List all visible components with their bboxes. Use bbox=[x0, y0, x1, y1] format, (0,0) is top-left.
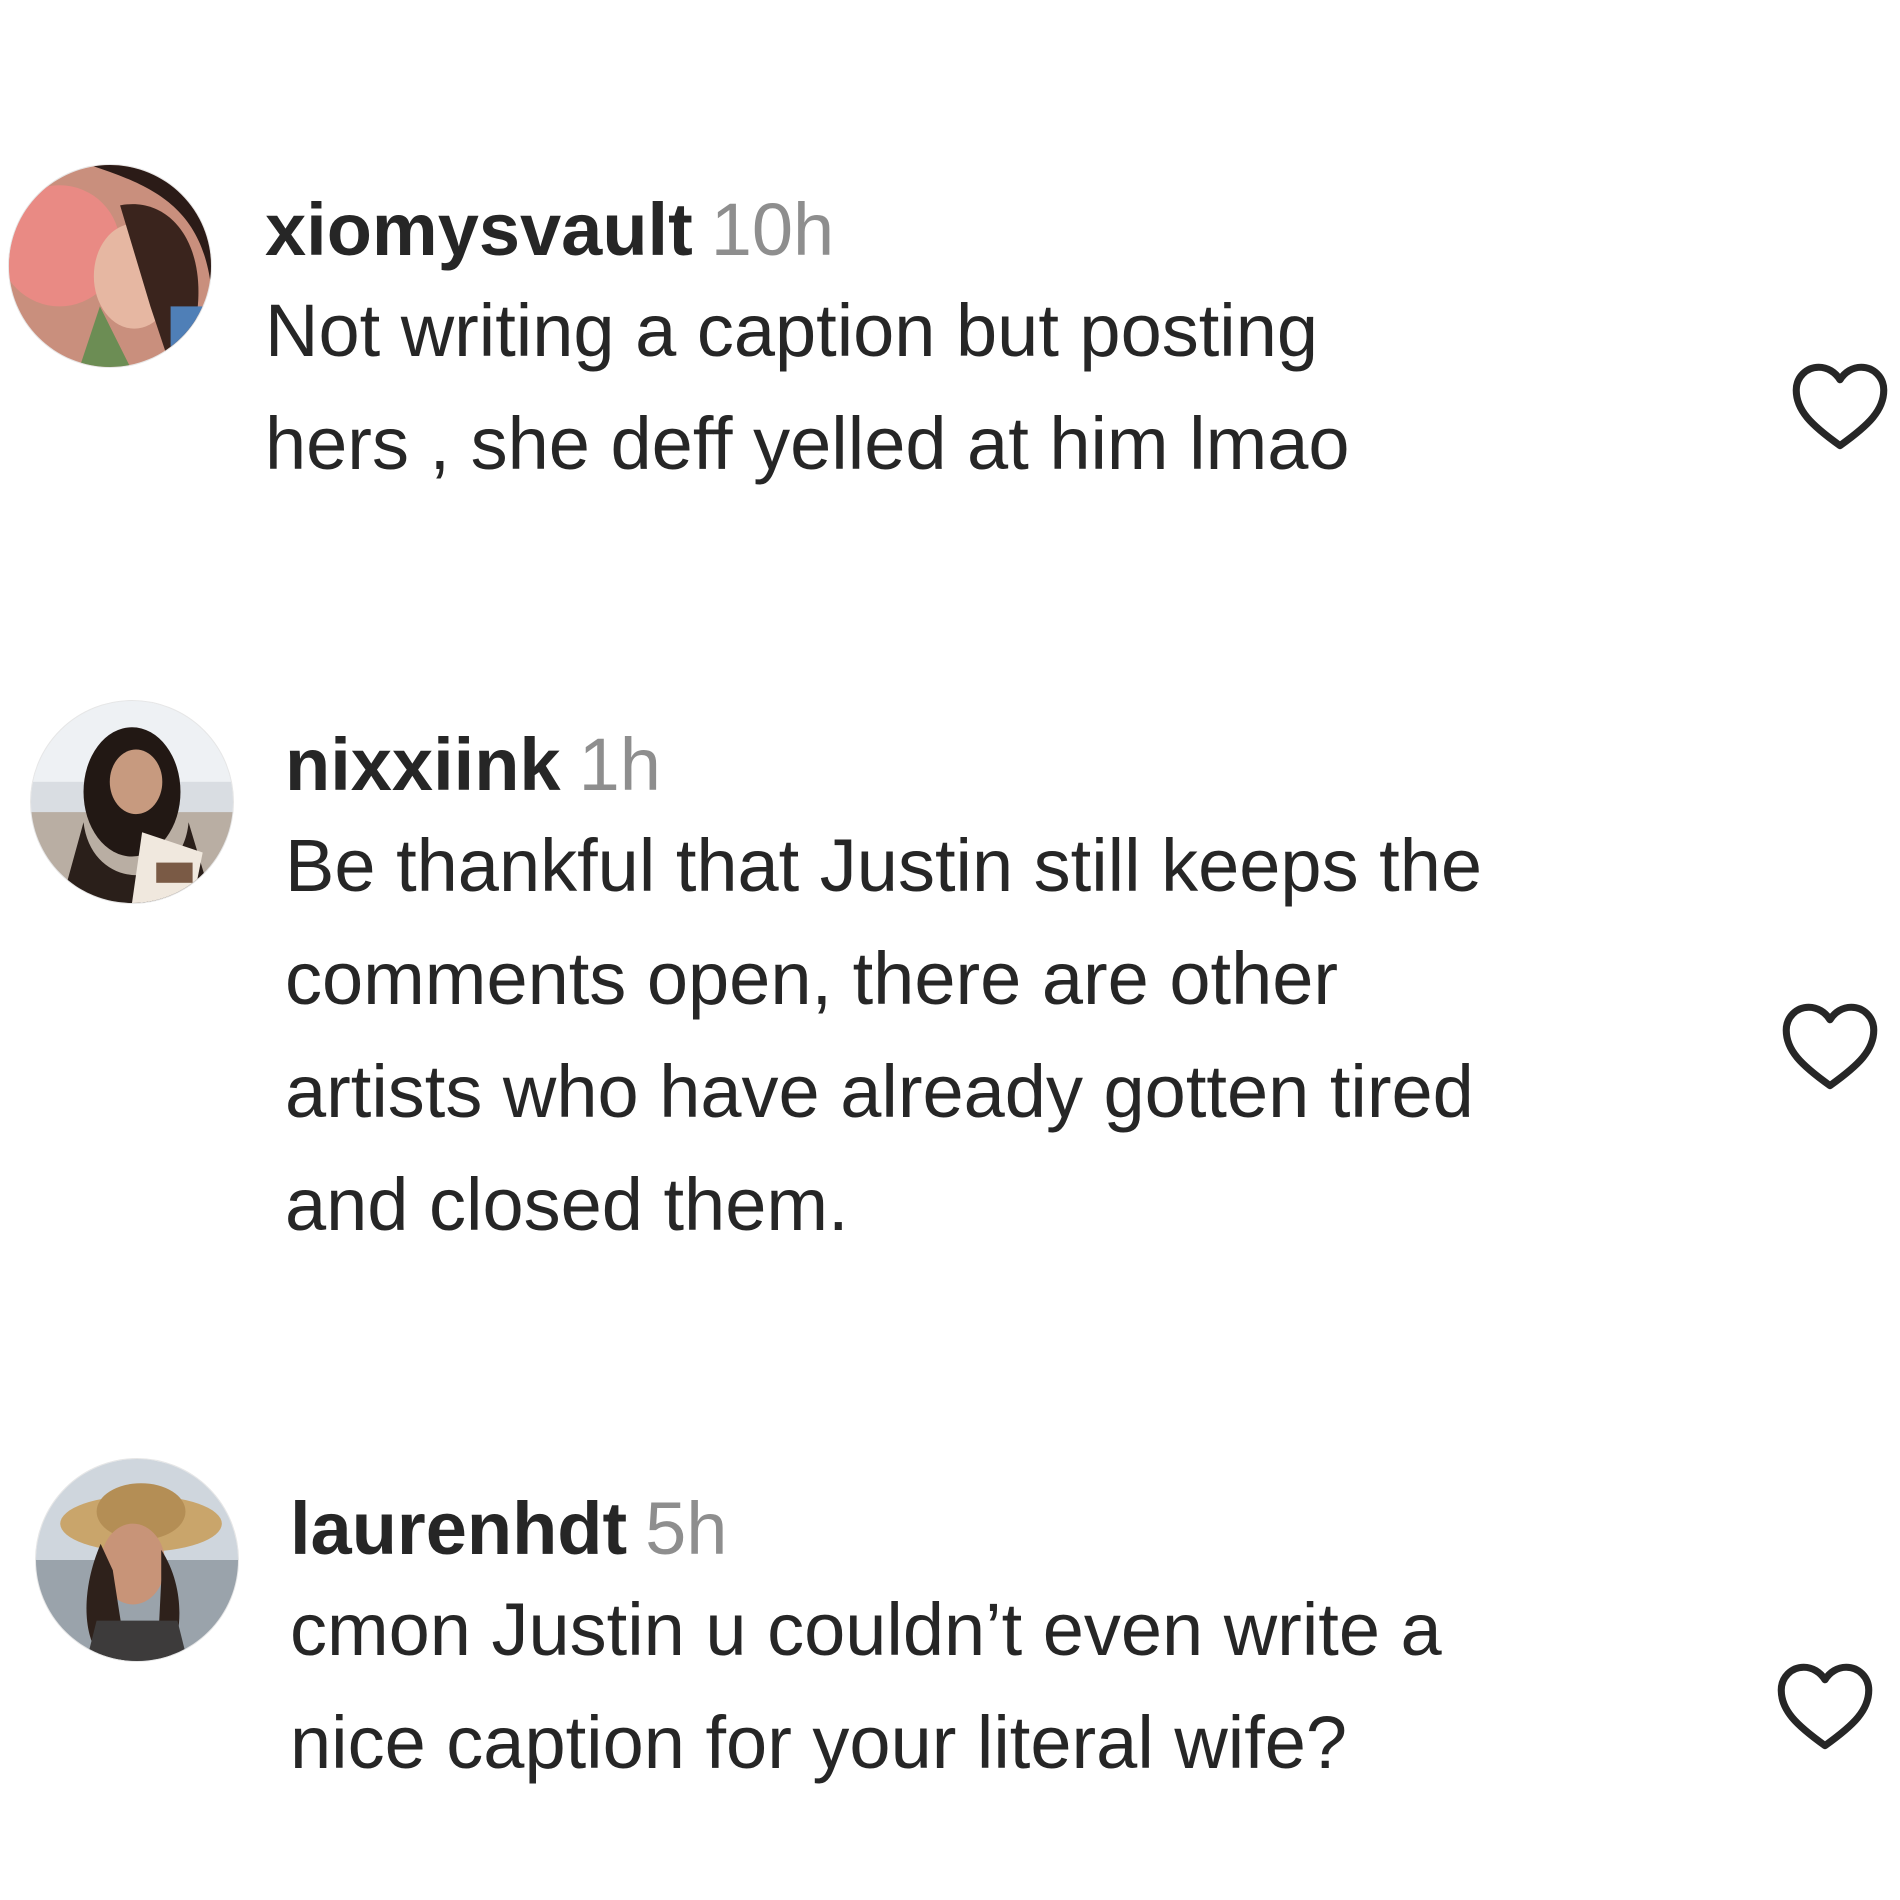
comment-text: Not writing a caption but posting hers ,… bbox=[265, 274, 1755, 500]
comment-text-line: comments open, there are other bbox=[285, 937, 1339, 1020]
comment-text-line: Not writing a caption but posting bbox=[265, 289, 1319, 372]
comment-text-line: and closed them. bbox=[285, 1163, 849, 1246]
comment-header: nixxiink 1h bbox=[285, 721, 1775, 809]
heart-outline-icon[interactable] bbox=[1775, 1660, 1875, 1752]
comment-username[interactable]: laurenhdt bbox=[290, 1487, 627, 1570]
comment-header: xiomysvault 10h bbox=[265, 186, 1755, 274]
comment-text-line: artists who have already gotten tired bbox=[285, 1050, 1474, 1133]
avatar-image bbox=[36, 1459, 238, 1661]
comment-header: laurenhdt 5h bbox=[290, 1485, 1780, 1573]
comment-text-line: Be thankful that Justin still keeps the bbox=[285, 824, 1483, 907]
comment-text-line: cmon Justin u couldn’t even write a bbox=[290, 1588, 1442, 1671]
comment-timestamp[interactable]: 10h bbox=[711, 188, 834, 271]
comment-text-line: hers , she deff yelled at him lmao bbox=[265, 402, 1350, 485]
heart-outline-icon[interactable] bbox=[1780, 1000, 1880, 1092]
avatar[interactable] bbox=[30, 700, 234, 904]
avatar-image bbox=[31, 701, 233, 903]
comment-timestamp[interactable]: 1h bbox=[579, 723, 661, 806]
avatar-image bbox=[9, 165, 211, 367]
comment-username[interactable]: nixxiink bbox=[285, 723, 561, 806]
comment-text-line: nice caption for your literal wife? bbox=[290, 1701, 1348, 1784]
comment-text: cmon Justin u couldn’t even write a nice… bbox=[290, 1573, 1780, 1799]
avatar[interactable] bbox=[8, 164, 212, 368]
comment-username[interactable]: xiomysvault bbox=[265, 188, 693, 271]
comment-text: Be thankful that Justin still keeps the … bbox=[285, 809, 1775, 1261]
comment-timestamp[interactable]: 5h bbox=[645, 1487, 727, 1570]
heart-outline-icon[interactable] bbox=[1790, 360, 1890, 452]
avatar[interactable] bbox=[35, 1458, 239, 1662]
